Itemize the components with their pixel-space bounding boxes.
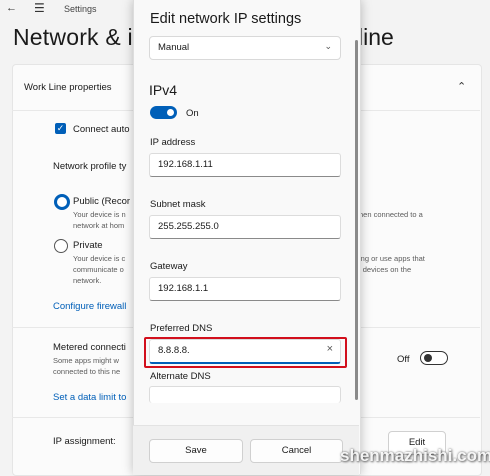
- public-desc-line1: Your device is n: [73, 210, 126, 219]
- metered-state-label: Off: [397, 354, 410, 365]
- private-desc-line1: Your device is c: [73, 254, 126, 263]
- ipv4-heading: IPv4: [149, 82, 178, 98]
- alternate-dns-field[interactable]: [149, 386, 341, 403]
- public-desc-right: hen connected to a: [359, 210, 423, 219]
- gateway-label: Gateway: [150, 261, 188, 272]
- cancel-button[interactable]: Cancel: [250, 439, 343, 463]
- ip-address-field[interactable]: 192.168.1.11: [149, 153, 341, 177]
- connect-auto-checkbox[interactable]: ✓: [55, 123, 66, 134]
- preferred-dns-label: Preferred DNS: [150, 323, 213, 334]
- private-desc-right1: ing or use apps that: [359, 254, 425, 263]
- page-title: Network & in: [13, 24, 146, 50]
- ipv4-toggle-state: On: [186, 108, 199, 119]
- data-limit-link[interactable]: Set a data limit to: [53, 392, 126, 403]
- alternate-dns-label: Alternate DNS: [150, 371, 211, 382]
- private-label: Private: [73, 240, 103, 251]
- private-desc-right2: l devices on the: [359, 265, 412, 274]
- ip-address-value: 192.168.1.11: [158, 159, 213, 170]
- page-title-tail: line: [358, 24, 394, 50]
- private-desc-line2: communicate o: [73, 265, 124, 274]
- ipv4-toggle[interactable]: [150, 106, 177, 119]
- save-button[interactable]: Save: [149, 439, 243, 463]
- public-radio[interactable]: [54, 194, 70, 210]
- metered-connection-label: Metered connecti: [53, 342, 126, 353]
- chevron-down-icon: ⌄: [324, 41, 332, 51]
- subnet-mask-value: 255.255.255.0: [158, 221, 219, 232]
- subnet-mask-label: Subnet mask: [150, 199, 206, 210]
- gateway-value: 192.168.1.1: [158, 283, 209, 294]
- app-title: Settings: [64, 4, 97, 14]
- network-profile-label: Network profile ty: [53, 161, 127, 172]
- hamburger-menu-icon[interactable]: ☰: [34, 1, 45, 15]
- chevron-up-icon[interactable]: ⌃: [457, 80, 466, 93]
- private-radio[interactable]: [54, 239, 68, 253]
- metered-desc-line2: connected to this ne: [53, 367, 121, 376]
- public-desc-line2: network at hom: [73, 221, 125, 230]
- ip-address-label: IP address: [150, 137, 196, 148]
- dialog-scrollbar[interactable]: [355, 40, 358, 400]
- subnet-mask-field[interactable]: 255.255.255.0: [149, 215, 341, 239]
- private-desc-line3: network.: [73, 276, 102, 285]
- back-arrow-icon[interactable]: ←: [6, 2, 17, 14]
- configure-firewall-link[interactable]: Configure firewall: [53, 301, 126, 312]
- gateway-field[interactable]: 192.168.1.1: [149, 277, 341, 301]
- ip-mode-dropdown[interactable]: Manual ⌄: [149, 36, 341, 60]
- metered-toggle[interactable]: [420, 351, 448, 365]
- public-label: Public (Recor: [73, 196, 131, 207]
- connect-auto-label: Connect auto: [73, 124, 130, 135]
- watermark: shenmazhishi.com: [340, 446, 490, 465]
- section-title: Work Line properties: [24, 82, 112, 93]
- annotation-highlight-box: [144, 337, 347, 368]
- ip-mode-value: Manual: [158, 42, 190, 53]
- metered-desc-line1: Some apps might w: [53, 356, 119, 365]
- ip-assignment-label: IP assignment:: [53, 436, 116, 447]
- dialog-title: Edit network IP settings: [150, 11, 302, 27]
